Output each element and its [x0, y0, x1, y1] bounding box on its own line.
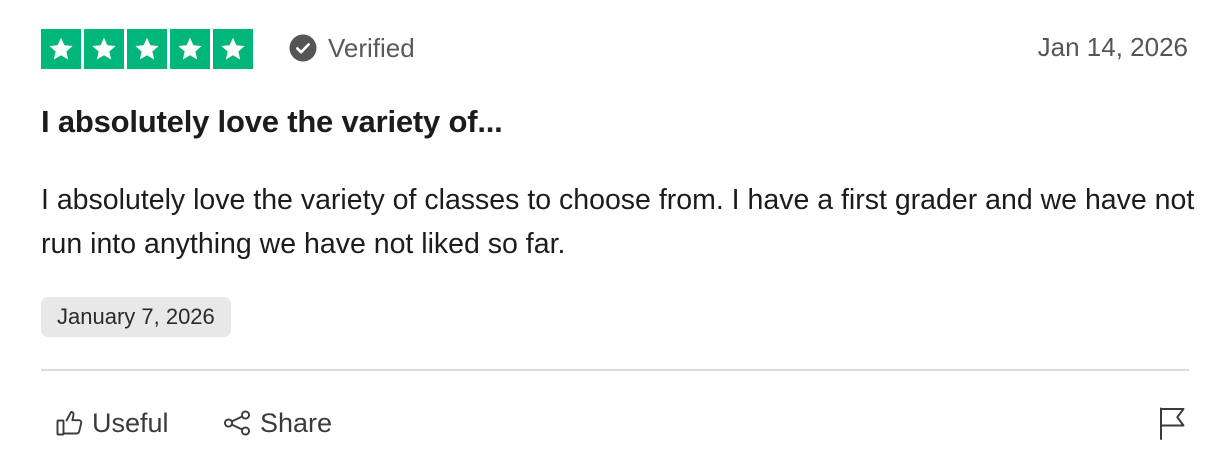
share-button[interactable]: Share [222, 404, 332, 442]
useful-label: Useful [92, 407, 169, 438]
flag-icon [1160, 407, 1185, 440]
share-icon [223, 410, 251, 436]
published-date: Jan 14, 2026 [1037, 32, 1188, 62]
share-label: Share [260, 407, 333, 438]
report-button[interactable] [1158, 405, 1188, 441]
check-circle-icon [289, 34, 317, 62]
star-icon [41, 29, 81, 69]
star-icon [213, 29, 253, 69]
verified-label: Verified [328, 32, 415, 63]
verified-badge[interactable]: Verified [289, 31, 415, 65]
review-card: Verified Jan 14, 2026 I absolutely love … [0, 0, 1231, 455]
review-body: I absolutely love the variety of classes… [41, 184, 1195, 260]
star-icon [170, 29, 210, 69]
divider [41, 369, 1189, 371]
star-icon [84, 29, 124, 69]
useful-button[interactable]: Useful [55, 404, 169, 442]
experience-date-badge: January 7, 2026 [41, 297, 231, 337]
star-rating [41, 29, 253, 69]
thumbs-up-icon [56, 410, 83, 436]
review-title[interactable]: I absolutely love the variety of... [41, 104, 503, 140]
star-icon [127, 29, 167, 69]
